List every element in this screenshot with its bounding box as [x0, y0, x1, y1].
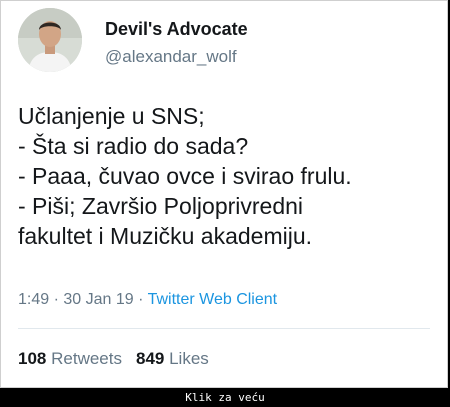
- tweet-line: fakultet i Muzičku akademiju.: [18, 223, 313, 249]
- avatar-image: [18, 8, 82, 72]
- retweets-stat[interactable]: 108 Retweets: [18, 349, 122, 368]
- retweets-count: 108: [18, 349, 47, 368]
- tweet-date[interactable]: 30 Jan 19: [63, 291, 133, 308]
- avatar[interactable]: [18, 8, 82, 72]
- meta-separator: ·: [133, 291, 148, 308]
- likes-stat[interactable]: 849 Likes: [136, 349, 209, 368]
- tweet-line: - Šta si radio do sada?: [18, 133, 249, 159]
- tweet-line: - Paaa, čuvao ovce i svirao frulu.: [18, 163, 352, 189]
- tweet-client-link[interactable]: Twitter Web Client: [148, 291, 278, 308]
- tweet-stats: 108 Retweets 849 Likes: [18, 349, 209, 369]
- author-handle[interactable]: @alexandar_wolf: [105, 47, 237, 67]
- author-name[interactable]: Devil's Advocate: [105, 19, 248, 40]
- tweet-card: Devil's Advocate @alexandar_wolf Učlanje…: [0, 0, 448, 388]
- divider: [18, 328, 430, 329]
- likes-count: 849: [135, 349, 165, 368]
- likes-label: Likes: [169, 349, 209, 368]
- retweets-label: Retweets: [51, 349, 122, 368]
- tweet-meta: 1:49 · 30 Jan 19 · Twitter Web Client: [18, 291, 277, 309]
- tweet-text: Učlanjenje u SNS; - Šta si radio do sada…: [18, 101, 352, 251]
- tweet-line: - Piši; Završio Poljoprivredni: [18, 193, 304, 219]
- tweet-time[interactable]: 1:49: [18, 291, 49, 308]
- meta-separator: ·: [49, 291, 64, 308]
- tweet-line: Učlanjenje u SNS;: [18, 103, 205, 129]
- enlarge-link[interactable]: Klik za veću: [0, 391, 450, 404]
